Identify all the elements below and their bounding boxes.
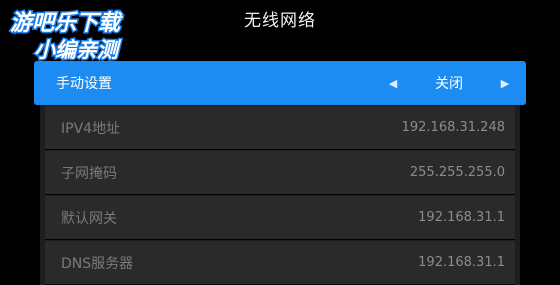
default-gateway-label: 默认网关 [61,210,117,227]
subnet-mask-row: 子网掩码 255.255.255.0 [45,151,515,195]
triangle-left-icon[interactable]: ◀ [386,77,400,90]
page-title: 无线网络 [244,11,316,31]
manual-setting-row[interactable]: 手动设置 ◀ 关闭 ▶ [34,61,526,105]
dns-server-row: DNS服务器 192.168.31.1 [45,241,515,285]
subnet-mask-value: 255.255.255.0 [409,165,505,180]
svg-text:小编亲测: 小编亲测 [34,38,122,62]
manual-setting-label: 手动设置 [56,76,112,92]
ipv4-address-label: IPV4地址 [61,120,121,137]
default-gateway-row: 默认网关 192.168.31.1 [45,196,515,240]
ipv4-address-row: IPV4地址 192.168.31.248 [45,106,515,150]
dns-server-label: DNS服务器 [61,255,134,272]
default-gateway-value: 192.168.31.1 [418,210,505,225]
dns-server-value: 192.168.31.1 [418,255,505,270]
subnet-mask-label: 子网掩码 [61,165,117,182]
manual-setting-value: 关闭 [435,76,463,92]
ipv4-address-value: 192.168.31.248 [401,120,505,135]
triangle-right-icon[interactable]: ▶ [498,77,512,90]
